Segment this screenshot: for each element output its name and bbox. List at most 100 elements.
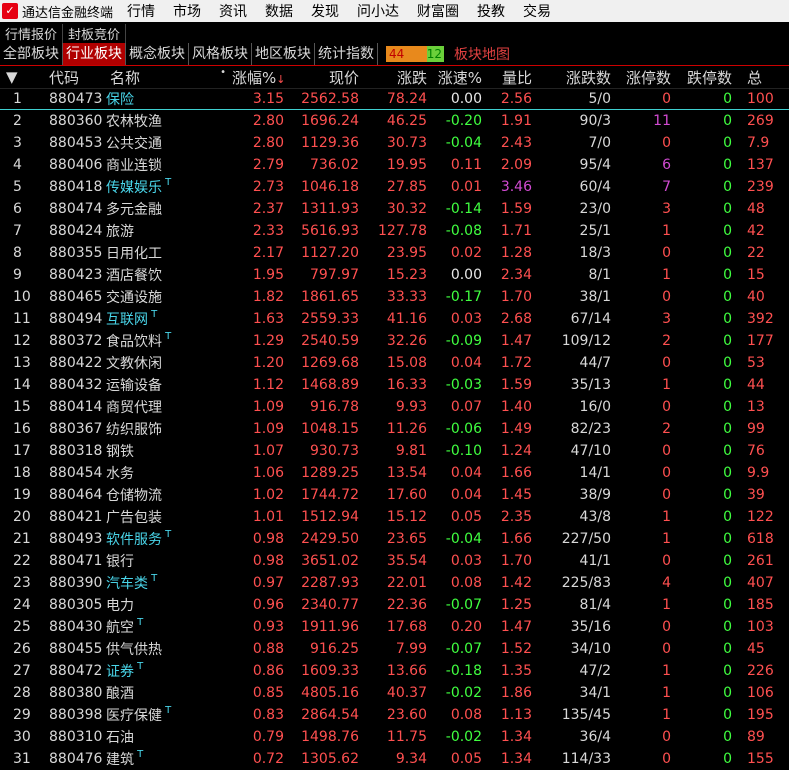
row-speed: 0.02 bbox=[450, 245, 482, 261]
row-index: 7 bbox=[13, 223, 22, 239]
row-price: 916.78 bbox=[310, 399, 359, 415]
table-row[interactable]: 1 880473 保险 3.15 2562.58 78.24 0.00 2.56 5/0 0 0 10… bbox=[0, 88, 789, 110]
menu-item[interactable]: 交易 bbox=[523, 1, 551, 21]
row-price: 3651.02 bbox=[301, 553, 359, 569]
row-index: 12 bbox=[13, 333, 31, 349]
row-pct: 0.96 bbox=[252, 597, 284, 613]
menu-item[interactable]: 行情 bbox=[127, 1, 155, 21]
table-row[interactable]: 6 880474 多元金融 2.37 1311.93 30.32 -0.14 1.59 23/0… bbox=[0, 198, 789, 220]
table-row[interactable]: 21 880493 软件服务 T 0.98 2429.50 23.65 -0.04 1.66 2… bbox=[0, 528, 789, 550]
header-volume-ratio[interactable]: 量比 bbox=[482, 67, 532, 88]
sector-tab[interactable]: 行业板块 bbox=[63, 43, 126, 65]
row-volume-ratio: 2.35 bbox=[500, 509, 532, 525]
table-row[interactable]: 7 880424 旅游 2.33 5616.93 127.78 -0.08 1.71 25/1 1… bbox=[0, 220, 789, 242]
table-row[interactable]: 25 880430 航空 T 0.93 1911.96 17.68 0.20 1.47 35/1… bbox=[0, 616, 789, 638]
table-row[interactable]: 12 880372 食品饮料 T 1.29 2540.59 32.26 -0.09 1.47 1… bbox=[0, 330, 789, 352]
table-row[interactable]: 8 880355 日用化工 2.17 1127.20 23.95 0.02 1.28 18/3 0… bbox=[0, 242, 789, 264]
table-row[interactable]: 19 880464 仓储物流 1.02 1744.72 17.60 0.04 1.45 38/9… bbox=[0, 484, 789, 506]
row-change: 40.37 bbox=[386, 685, 427, 701]
sector-tab[interactable]: 风格板块 bbox=[189, 43, 252, 65]
table-row[interactable]: 3 880453 公共交通 2.80 1129.36 30.73 -0.04 2.43 7/0 0… bbox=[0, 132, 789, 154]
header-price[interactable]: 现价 bbox=[284, 67, 359, 88]
table-row[interactable]: 27 880472 证券 T 0.86 1609.33 13.66 -0.18 1.35 47/… bbox=[0, 660, 789, 682]
row-index: 8 bbox=[13, 245, 22, 261]
menu-item[interactable]: 资讯 bbox=[219, 1, 247, 21]
menu-item[interactable]: 发现 bbox=[311, 1, 339, 21]
table-row[interactable]: 11 880494 互联网 T 1.63 2559.33 41.16 0.03 2.68 67/… bbox=[0, 308, 789, 330]
header-total[interactable]: 总 bbox=[732, 67, 789, 88]
menu-item[interactable]: 财富圈 bbox=[417, 1, 459, 21]
row-limit-up-count: 0 bbox=[662, 90, 671, 107]
table-row[interactable]: 14 880432 运输设备 1.12 1468.89 16.33 -0.03 1.59 35/… bbox=[0, 374, 789, 396]
row-pct: 1.09 bbox=[252, 421, 284, 437]
table-row[interactable]: 9 880423 酒店餐饮 1.95 797.97 15.23 0.00 2.34 8/1 1 0 1… bbox=[0, 264, 789, 286]
table-row[interactable]: 4 880406 商业连锁 2.79 736.02 19.95 0.11 2.09 95/4 6 0… bbox=[0, 154, 789, 176]
row-price: 1744.72 bbox=[301, 487, 359, 503]
row-updown-count: 95/4 bbox=[579, 157, 611, 173]
row-name-text: 汽车类 bbox=[106, 576, 148, 592]
table-row[interactable]: 28 880380 酿酒 0.85 4805.16 40.37 -0.02 1.86 34/1 1… bbox=[0, 682, 789, 704]
header-limit-up-count[interactable]: 涨停数 bbox=[611, 67, 671, 88]
row-price: 1305.62 bbox=[301, 751, 359, 767]
header-updown-count[interactable]: 涨跌数 bbox=[532, 67, 611, 88]
header-code[interactable]: 代码 bbox=[46, 67, 102, 88]
row-name: 航空 T bbox=[102, 617, 232, 637]
row-code: 880423 bbox=[49, 267, 102, 283]
row-name-text: 商业连锁 bbox=[106, 158, 162, 174]
table-row[interactable]: 18 880454 水务 1.06 1289.25 13.54 0.04 1.66 14/1 0 0… bbox=[0, 462, 789, 484]
table-row[interactable]: 2 880360 农林牧渔 2.80 1696.24 46.25 -0.20 1.91 90/3… bbox=[0, 110, 789, 132]
table-row[interactable]: 10 880465 交通设施 1.82 1861.65 33.33 -0.17 1.70 38/… bbox=[0, 286, 789, 308]
row-updown-count: 67/14 bbox=[570, 311, 611, 327]
menu-item[interactable]: 数据 bbox=[265, 1, 293, 21]
menu-item[interactable]: 投教 bbox=[477, 1, 505, 21]
row-updown-count: 43/8 bbox=[579, 509, 611, 525]
row-limit-up-count: 1 bbox=[662, 377, 671, 393]
table-row[interactable]: 22 880471 银行 0.98 3651.02 35.54 0.03 1.70 41/1 0 0… bbox=[0, 550, 789, 572]
table-row[interactable]: 20 880421 广告包装 1.01 1512.94 15.12 0.05 2.35 43/8… bbox=[0, 506, 789, 528]
header-speed[interactable]: 涨速% bbox=[427, 67, 482, 88]
row-speed: 0.03 bbox=[450, 311, 482, 327]
header-name[interactable]: 名称 • bbox=[102, 67, 232, 88]
top-tab[interactable]: 封板竞价 bbox=[63, 23, 127, 43]
header-limit-down-count[interactable]: 跌停数 bbox=[671, 67, 732, 88]
row-limit-up-count: 1 bbox=[662, 267, 671, 283]
table-row[interactable]: 17 880318 钢铁 1.07 930.73 9.81 -0.10 1.24 47/10 0 0… bbox=[0, 440, 789, 462]
table-row[interactable]: 24 880305 电力 0.96 2340.77 22.36 -0.07 1.25 81/4 1… bbox=[0, 594, 789, 616]
sector-tab[interactable]: 统计指数 bbox=[315, 43, 378, 65]
row-updown-count: 60/4 bbox=[579, 179, 611, 195]
row-speed: -0.02 bbox=[445, 685, 482, 701]
row-limit-up-count: 0 bbox=[662, 641, 671, 657]
table-row[interactable]: 29 880398 医疗保健 T 0.83 2864.54 23.60 0.08 1.13 13… bbox=[0, 704, 789, 726]
sector-map-link[interactable]: 板块地图 bbox=[454, 44, 510, 64]
row-index: 25 bbox=[13, 619, 31, 635]
table-row[interactable]: 30 880310 石油 0.79 1498.76 11.75 -0.02 1.34 36/4 0… bbox=[0, 726, 789, 748]
row-name-text: 文教休闲 bbox=[106, 356, 162, 372]
row-volume-ratio: 1.52 bbox=[500, 641, 532, 657]
sort-toggle-icon[interactable]: ▼ bbox=[0, 68, 46, 86]
table-row[interactable]: 16 880367 纺织服饰 1.09 1048.15 11.26 -0.06 1.49 82/… bbox=[0, 418, 789, 440]
table-row[interactable]: 26 880455 供气供热 0.88 916.25 7.99 -0.07 1.52 34/10… bbox=[0, 638, 789, 660]
table-row[interactable]: 31 880476 建筑 T 0.72 1305.62 9.34 0.05 1.34 114/3… bbox=[0, 748, 789, 770]
row-updown-count: 81/4 bbox=[579, 597, 611, 613]
row-limit-down-count: 0 bbox=[723, 685, 732, 701]
menu-item[interactable]: 市场 bbox=[173, 1, 201, 21]
sector-tab-bar: 全部板块 行业板块 概念板块 风格板块 地区板块 统计指数 44 12 板块地图 bbox=[0, 43, 789, 66]
sector-tab[interactable]: 地区板块 bbox=[252, 43, 315, 65]
sector-tab[interactable]: 概念板块 bbox=[126, 43, 189, 65]
row-price: 1512.94 bbox=[301, 509, 359, 525]
table-row[interactable]: 15 880414 商贸代理 1.09 916.78 9.93 0.07 1.40 16/0 0 0… bbox=[0, 396, 789, 418]
table-row[interactable]: 13 880422 文教休闲 1.20 1269.68 15.08 0.04 1.72 44/7… bbox=[0, 352, 789, 374]
top-tab[interactable]: 行情报价 bbox=[0, 23, 64, 43]
table-row[interactable]: 23 880390 汽车类 T 0.97 2287.93 22.01 0.08 1.42 225… bbox=[0, 572, 789, 594]
row-limit-up-count: 0 bbox=[662, 553, 671, 569]
row-total: 226 bbox=[747, 663, 774, 679]
row-pct: 0.85 bbox=[252, 685, 284, 701]
t-marker-icon: T bbox=[134, 617, 144, 628]
row-volume-ratio: 2.34 bbox=[500, 267, 532, 283]
sector-tab[interactable]: 全部板块 bbox=[0, 43, 63, 65]
header-change[interactable]: 涨跌 bbox=[359, 67, 427, 88]
table-row[interactable]: 5 880418 传媒娱乐 T 2.73 1046.18 27.85 0.01 3.46 60/… bbox=[0, 176, 789, 198]
row-speed: 0.08 bbox=[450, 575, 482, 591]
menu-item[interactable]: 问小达 bbox=[357, 1, 399, 21]
header-pct[interactable]: 涨幅%↓ bbox=[232, 67, 284, 88]
